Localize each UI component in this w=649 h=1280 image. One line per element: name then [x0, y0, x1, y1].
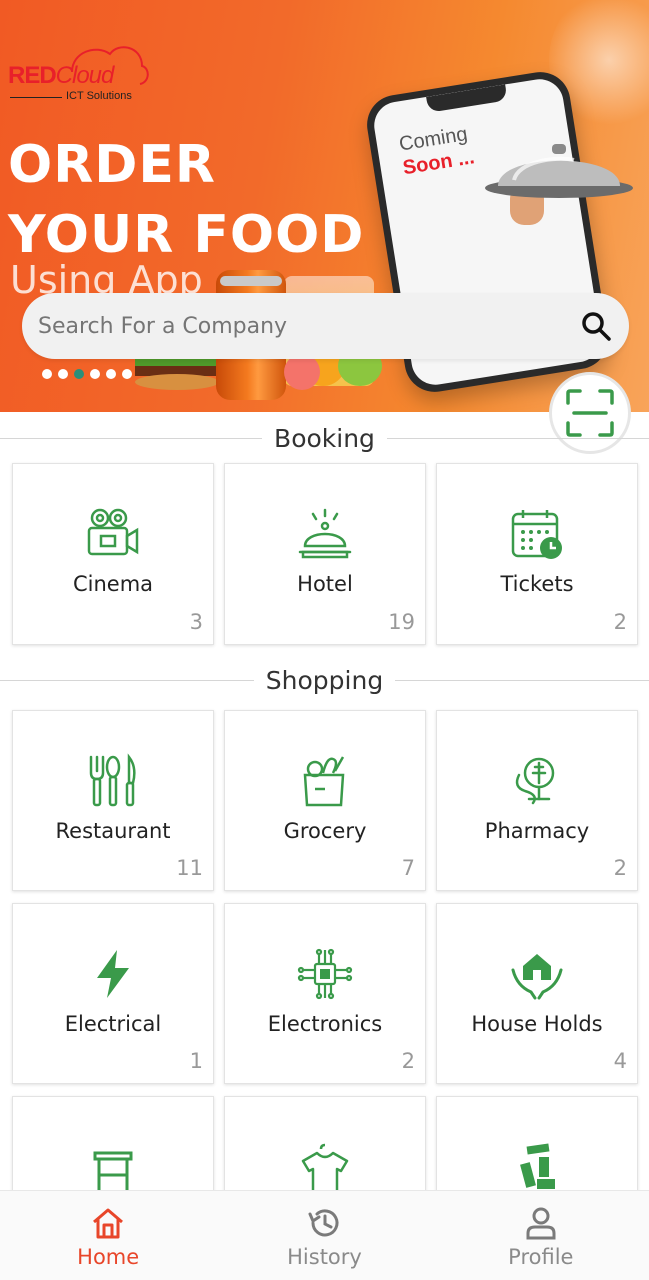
category-count: 1	[189, 1049, 203, 1073]
brand-logo: REDCloud ICT Solutions	[8, 42, 149, 106]
category-card-restaurant[interactable]: Restaurant 11	[12, 710, 214, 891]
category-card-tickets[interactable]: Tickets 2	[436, 463, 638, 645]
category-label: Hotel	[297, 572, 353, 596]
section-title-booking: Booking	[262, 423, 387, 453]
banner-headline: ORDER YOUR FOOD Using App	[8, 130, 364, 302]
calendar-icon	[511, 510, 562, 559]
carousel-dot-active[interactable]	[74, 369, 84, 379]
category-count: 11	[176, 856, 203, 880]
history-icon	[308, 1209, 339, 1237]
grapefruit-slice-image	[284, 354, 320, 390]
category-count: 19	[388, 610, 415, 634]
category-label: Pharmacy	[484, 819, 590, 843]
section-header-shopping: Shopping	[0, 660, 649, 700]
movie-camera-icon	[87, 508, 139, 556]
search-input[interactable]	[38, 313, 579, 339]
carousel-dot[interactable]	[58, 369, 68, 379]
tools-icon	[520, 1143, 555, 1189]
cloche-icon	[485, 144, 633, 198]
nav-home-label: Home	[77, 1245, 140, 1269]
carousel-dot[interactable]	[42, 369, 52, 379]
logo-divider	[10, 97, 62, 98]
furniture-table-icon	[93, 1151, 133, 1191]
grocery-bag-icon	[303, 756, 345, 807]
carousel-dots	[42, 369, 132, 379]
cutlery-icon	[89, 753, 136, 807]
home-icon	[93, 1208, 124, 1239]
category-card-house-holds[interactable]: House Holds 4	[436, 903, 638, 1084]
search-bar[interactable]	[22, 293, 629, 359]
section-title-shopping: Shopping	[253, 665, 396, 695]
headline-line-1: ORDER	[8, 135, 216, 195]
house-hands-icon	[511, 954, 563, 1000]
category-count: 2	[613, 610, 627, 634]
logo-subtitle: ICT Solutions	[66, 90, 132, 102]
carousel-dot[interactable]	[106, 369, 116, 379]
carousel-dot[interactable]	[90, 369, 100, 379]
category-count: 4	[613, 1049, 627, 1073]
category-label: Grocery	[283, 819, 367, 843]
category-count: 2	[613, 856, 627, 880]
category-label: Cinema	[72, 572, 154, 596]
category-label: Electrical	[64, 1012, 162, 1036]
category-count: 3	[189, 610, 203, 634]
bottom-navigation: Home History Profile	[0, 1190, 649, 1280]
circuit-chip-icon	[297, 948, 353, 1000]
profile-icon	[526, 1207, 556, 1240]
promo-banner[interactable]: REDCloud ICT Solutions ORDER YOUR FOOD U…	[0, 0, 649, 412]
nav-profile[interactable]: Profile	[433, 1191, 649, 1280]
category-label: Restaurant	[55, 819, 171, 843]
lightning-icon	[97, 950, 129, 998]
nav-history-label: History	[287, 1245, 362, 1269]
category-label: Tickets	[500, 572, 574, 596]
category-card-electronics[interactable]: Electronics 2	[224, 903, 426, 1084]
service-bell-icon	[298, 508, 352, 559]
category-label: Electronics	[267, 1012, 383, 1036]
pharmacy-icon	[515, 757, 555, 805]
nav-home[interactable]: Home	[0, 1191, 216, 1280]
category-card-cinema[interactable]: Cinema 3	[12, 463, 214, 645]
logo-word-cloud: Cloud	[55, 62, 115, 89]
carousel-dot[interactable]	[122, 369, 132, 379]
shirt-hanger-icon	[301, 1143, 349, 1195]
logo-word-red: RED	[8, 62, 57, 89]
category-label: House Holds	[471, 1012, 603, 1036]
category-card-electrical[interactable]: Electrical 1	[12, 903, 214, 1084]
category-count: 7	[401, 856, 415, 880]
category-card-pharmacy[interactable]: Pharmacy 2	[436, 710, 638, 891]
category-card-hotel[interactable]: Hotel 19	[224, 463, 426, 645]
category-count: 2	[401, 1049, 415, 1073]
search-icon[interactable]	[579, 309, 613, 343]
section-header-booking: Booking	[0, 418, 649, 458]
nav-history[interactable]: History	[216, 1191, 432, 1280]
nav-profile-label: Profile	[508, 1245, 574, 1269]
category-card-grocery[interactable]: Grocery 7	[224, 710, 426, 891]
